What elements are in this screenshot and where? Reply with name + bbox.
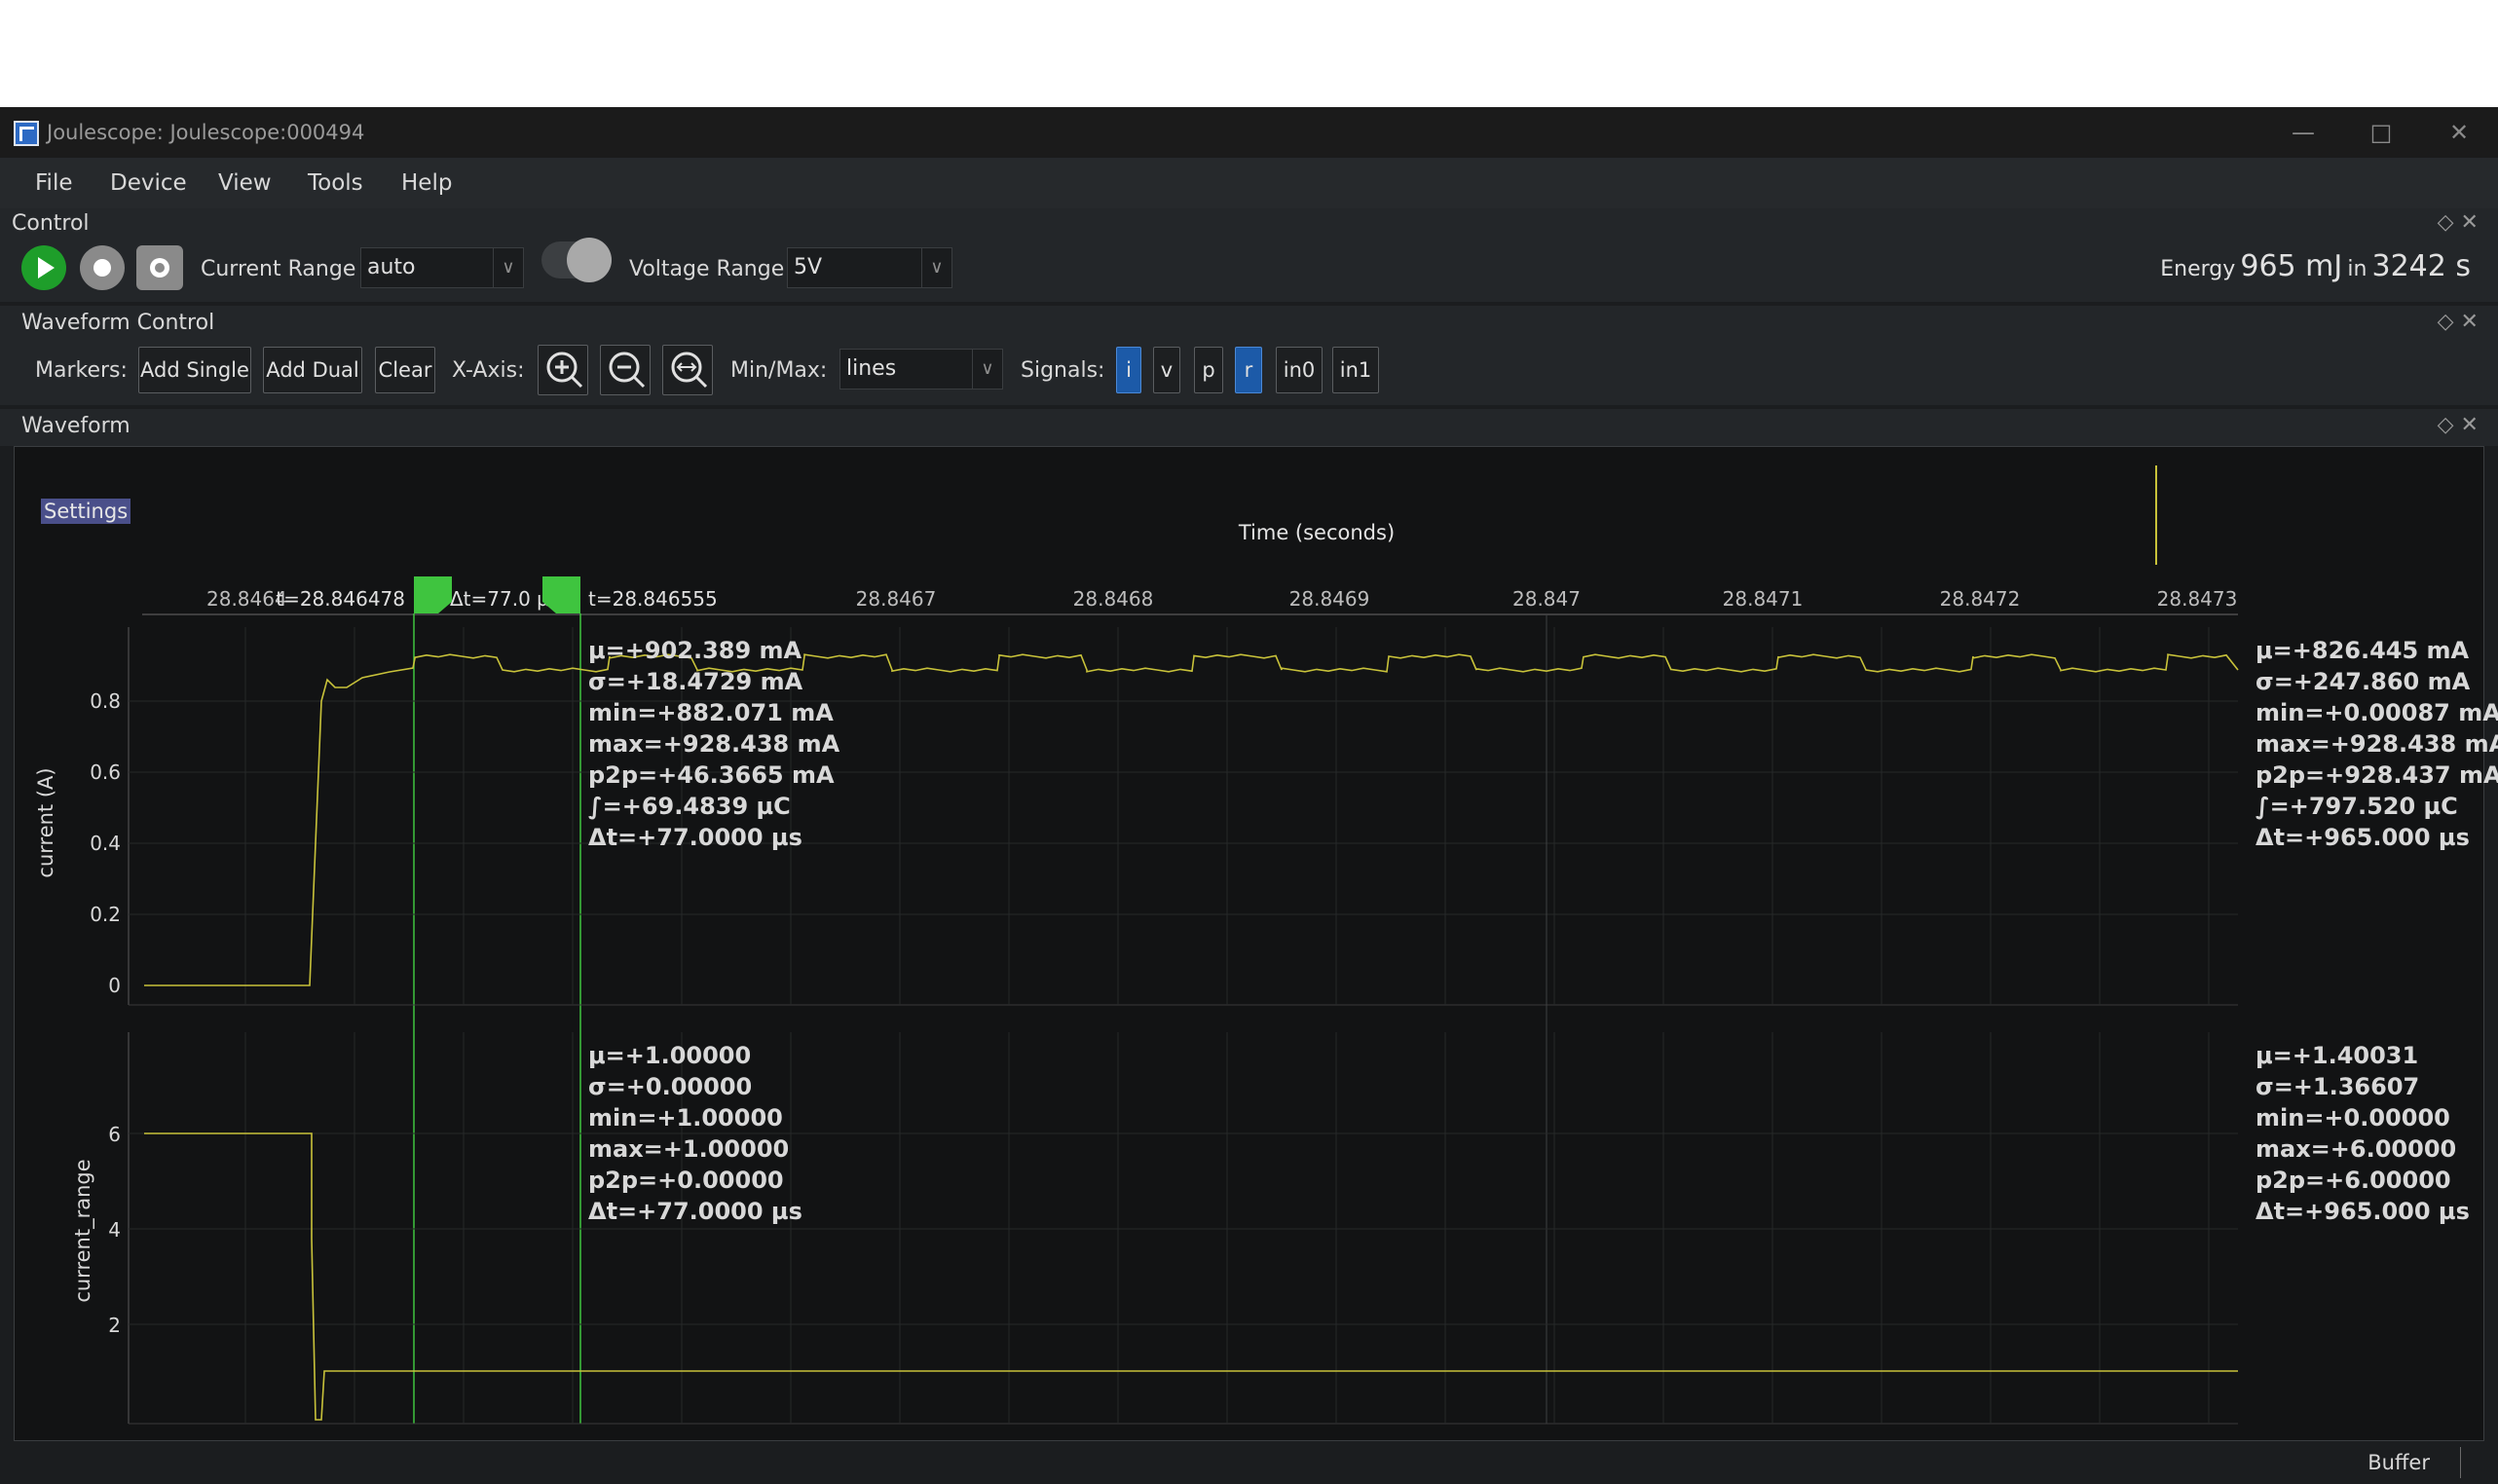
current-view-stat: σ=+247.860 mA bbox=[2256, 668, 2471, 695]
current-marker-stat: σ=+18.4729 mA bbox=[588, 668, 803, 695]
marker-left-flag[interactable] bbox=[414, 576, 452, 613]
range-marker-stat: min=+1.00000 bbox=[588, 1104, 783, 1132]
time-tick-label: 28.8467 bbox=[856, 587, 937, 611]
range-view-stat: max=+6.00000 bbox=[2256, 1135, 2456, 1163]
current-y-tick: 0 bbox=[108, 974, 121, 997]
marker-left-time-label: t=28.846478 bbox=[276, 587, 405, 611]
current-marker-stat: min=+882.071 mA bbox=[588, 699, 834, 726]
current-trace bbox=[144, 653, 2239, 986]
marker-right-time-label: t=28.846555 bbox=[588, 587, 718, 611]
time-tick-label: 28.8468 bbox=[1073, 587, 1154, 611]
time-tick-label: 28.8469 bbox=[1289, 587, 1370, 611]
range-marker-stat: p2p=+0.00000 bbox=[588, 1167, 784, 1194]
current-y-tick: 0.2 bbox=[90, 903, 121, 926]
current-marker-stat: μ=+902.389 mA bbox=[588, 637, 802, 664]
current-view-stat: Δt=+965.000 µs bbox=[2256, 824, 2470, 851]
range-y-tick: 6 bbox=[108, 1123, 121, 1146]
current-view-stat: ∫=+797.520 µC bbox=[2256, 793, 2458, 820]
current-y-tick: 0.8 bbox=[90, 689, 121, 713]
buffer-label: Buffer bbox=[2368, 1451, 2430, 1474]
current-view-stat: min=+0.00087 mA bbox=[2256, 699, 2498, 726]
range-view-stat: min=+0.00000 bbox=[2256, 1104, 2450, 1132]
range-view-stat: μ=+1.40031 bbox=[2256, 1042, 2418, 1069]
current-marker-stat: p2p=+46.3665 mA bbox=[588, 761, 835, 789]
range-y-axis-label: current_range bbox=[71, 1159, 95, 1302]
current-view-stat: μ=+826.445 mA bbox=[2256, 637, 2470, 664]
range-marker-stat: max=+1.00000 bbox=[588, 1135, 789, 1163]
time-tick-label: 28.8471 bbox=[1723, 587, 1804, 611]
current-view-stat: p2p=+928.437 mA bbox=[2256, 761, 2498, 789]
range-marker-stat: Δt=+77.0000 µs bbox=[588, 1198, 802, 1225]
current-y-tick: 0.6 bbox=[90, 761, 121, 784]
time-axis-label: Time (seconds) bbox=[1238, 521, 1395, 544]
range-marker-stat: μ=+1.00000 bbox=[588, 1042, 751, 1069]
current-marker-stat: Δt=+77.0000 µs bbox=[588, 824, 802, 851]
range-view-stat: σ=+1.36607 bbox=[2256, 1073, 2419, 1100]
time-tick-label: 28.8473 bbox=[2157, 587, 2238, 611]
current-y-tick: 0.4 bbox=[90, 832, 121, 855]
current-marker-stat: max=+928.438 mA bbox=[588, 730, 840, 758]
time-tick-label: 28.847 bbox=[1512, 587, 1581, 611]
status-bar: Buffer bbox=[0, 1441, 2498, 1484]
current-view-stat: max=+928.438 mA bbox=[2256, 730, 2498, 758]
waveform-chart: Time (seconds) 28.8464 28.8467 28.8468 2… bbox=[34, 465, 2498, 1425]
current-marker-stat: ∫=+69.4839 µC bbox=[588, 793, 791, 820]
range-marker-stat: σ=+0.00000 bbox=[588, 1073, 752, 1100]
range-grid bbox=[129, 1032, 2238, 1424]
range-trace bbox=[144, 1132, 2238, 1421]
current-grid bbox=[129, 615, 2238, 1424]
current-y-axis-label: current (A) bbox=[34, 767, 57, 877]
status-divider bbox=[2460, 1447, 2461, 1478]
time-tick-label: 28.8472 bbox=[1940, 587, 2021, 611]
range-view-stat: p2p=+6.00000 bbox=[2256, 1167, 2451, 1194]
range-y-tick: 4 bbox=[108, 1218, 121, 1242]
range-view-stat: Δt=+965.000 µs bbox=[2256, 1198, 2470, 1225]
range-y-tick: 2 bbox=[108, 1314, 121, 1337]
